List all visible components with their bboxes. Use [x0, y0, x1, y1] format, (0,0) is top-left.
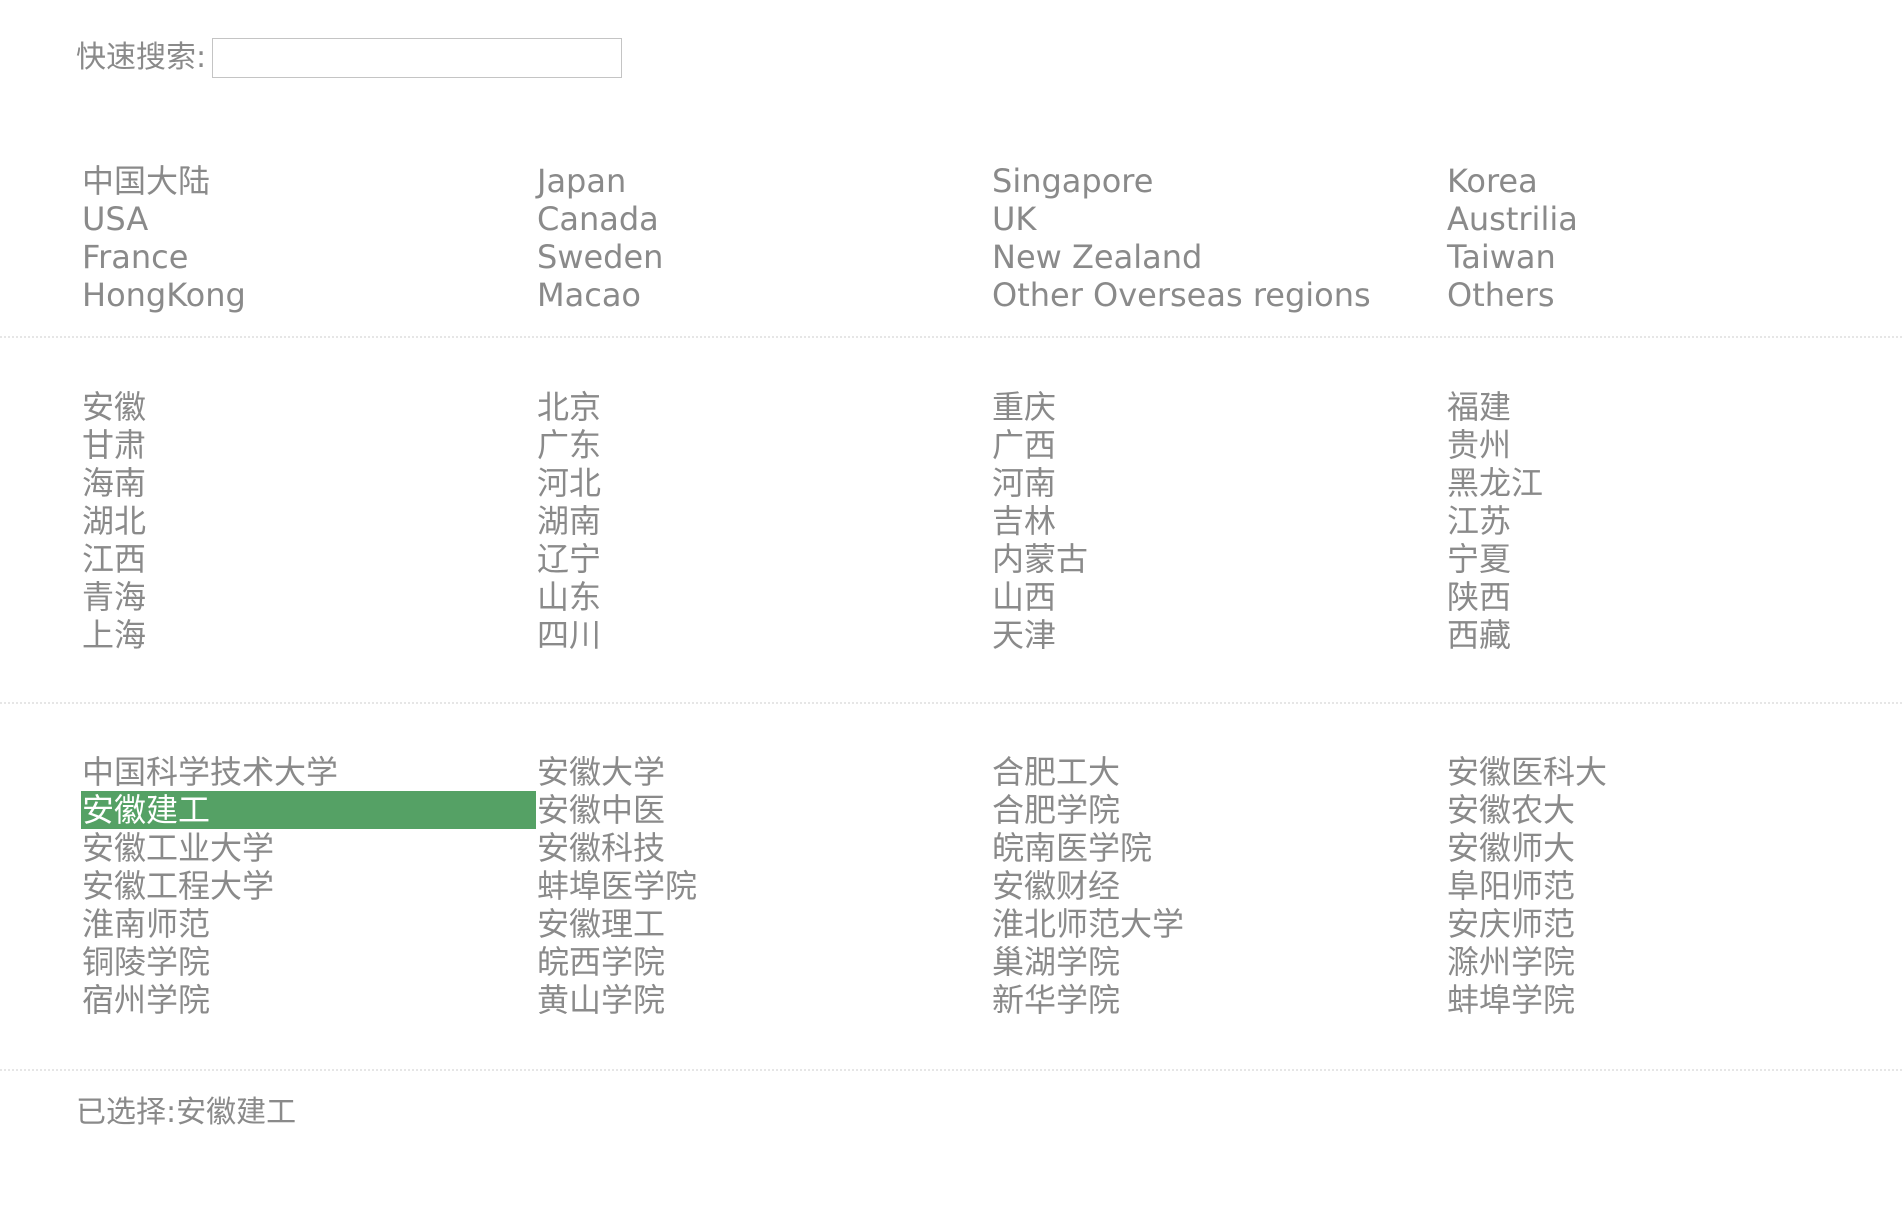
- region-option[interactable]: Taiwan: [1446, 238, 1901, 276]
- school-option[interactable]: 安徽科技: [536, 829, 991, 867]
- school-option[interactable]: 安徽工业大学: [81, 829, 536, 867]
- school-option[interactable]: 皖南医学院: [991, 829, 1446, 867]
- region-option[interactable]: France: [81, 238, 536, 276]
- province-option[interactable]: 河南: [991, 464, 1446, 502]
- province-option[interactable]: 贵州: [1446, 426, 1901, 464]
- region-option[interactable]: New Zealand: [991, 238, 1446, 276]
- school-option[interactable]: 安庆师范: [1446, 905, 1901, 943]
- school-option[interactable]: 合肥工大: [991, 753, 1446, 791]
- school-option[interactable]: 蚌埠医学院: [536, 867, 991, 905]
- province-option[interactable]: 湖北: [81, 502, 536, 540]
- school-grid: 中国科学技术大学 安徽大学 合肥工大 安徽医科大安徽建工 安徽中医 合肥学院 安徽农大安徽工…: [81, 753, 1901, 1019]
- search-label: 快速搜索:: [76, 40, 207, 75]
- province-option[interactable]: 吉林: [991, 502, 1446, 540]
- school-option[interactable]: 安徽农大: [1446, 791, 1901, 829]
- province-option[interactable]: 海南: [81, 464, 536, 502]
- province-option[interactable]: 甘肃: [81, 426, 536, 464]
- province-option[interactable]: 江西: [81, 540, 536, 578]
- school-option[interactable]: 蚌埠学院: [1446, 981, 1901, 1019]
- province-option[interactable]: 陕西: [1446, 578, 1901, 616]
- province-option[interactable]: 福建: [1446, 388, 1901, 426]
- quick-search: 快速搜索:: [76, 36, 623, 80]
- school-option[interactable]: 宿州学院: [81, 981, 536, 1019]
- province-grid: 安徽 北京 重庆 福建甘肃 广东 广西 贵州海南 河北 河南 黑龙江湖北 湖南 吉林 江苏江西 辽宁 内蒙古…: [81, 388, 1901, 654]
- search-input[interactable]: [212, 38, 623, 78]
- province-option[interactable]: 广西: [991, 426, 1446, 464]
- region-option[interactable]: HongKong: [81, 276, 536, 314]
- school-option[interactable]: 中国科学技术大学: [81, 753, 536, 791]
- region-option[interactable]: UK: [991, 200, 1446, 238]
- province-option[interactable]: 广东: [536, 426, 991, 464]
- school-option[interactable]: 淮北师范大学: [991, 905, 1446, 943]
- province-option[interactable]: 安徽: [81, 388, 536, 426]
- school-option[interactable]: 安徽财经: [991, 867, 1446, 905]
- region-option[interactable]: Other Overseas regions: [991, 276, 1446, 314]
- province-option[interactable]: 重庆: [991, 388, 1446, 426]
- school-option[interactable]: 皖西学院: [536, 943, 991, 981]
- region-option[interactable]: 中国大陆: [81, 162, 536, 200]
- school-option[interactable]: 安徽师大: [1446, 829, 1901, 867]
- province-option[interactable]: 青海: [81, 578, 536, 616]
- school-option[interactable]: 安徽大学: [536, 753, 991, 791]
- school-option[interactable]: 安徽中医: [536, 791, 991, 829]
- school-option[interactable]: 新华学院: [991, 981, 1446, 1019]
- province-option[interactable]: 北京: [536, 388, 991, 426]
- region-option[interactable]: USA: [81, 200, 536, 238]
- selected-label: 已选择:: [76, 1095, 177, 1130]
- region-grid: 中国大陆 Japan Singapore Korea USA Canada UK Austri…: [81, 162, 1901, 314]
- section-divider: [0, 702, 1902, 704]
- province-option[interactable]: 辽宁: [536, 540, 991, 578]
- province-option[interactable]: 湖南: [536, 502, 991, 540]
- section-divider: [0, 336, 1902, 338]
- province-option[interactable]: 黑龙江: [1446, 464, 1901, 502]
- school-option[interactable]: 滁州学院: [1446, 943, 1901, 981]
- province-option[interactable]: 宁夏: [1446, 540, 1901, 578]
- region-option[interactable]: Others: [1446, 276, 1901, 314]
- school-option[interactable]: 安徽理工: [536, 905, 991, 943]
- province-option[interactable]: 江苏: [1446, 502, 1901, 540]
- section-divider: [0, 1069, 1902, 1071]
- school-option[interactable]: 巢湖学院: [991, 943, 1446, 981]
- region-option[interactable]: Japan: [536, 162, 991, 200]
- region-option[interactable]: Canada: [536, 200, 991, 238]
- school-option[interactable]: 铜陵学院: [81, 943, 536, 981]
- region-option[interactable]: Sweden: [536, 238, 991, 276]
- school-option[interactable]: 安徽医科大: [1446, 753, 1901, 791]
- school-option[interactable]: 合肥学院: [991, 791, 1446, 829]
- province-option[interactable]: 河北: [536, 464, 991, 502]
- province-option[interactable]: 天津: [991, 616, 1446, 654]
- region-option[interactable]: Macao: [536, 276, 991, 314]
- region-option[interactable]: Korea: [1446, 162, 1901, 200]
- province-option[interactable]: 四川: [536, 616, 991, 654]
- school-option[interactable]: 安徽工程大学: [81, 867, 536, 905]
- province-option[interactable]: 山东: [536, 578, 991, 616]
- school-option[interactable]: 黄山学院: [536, 981, 991, 1019]
- school-option[interactable]: 安徽建工: [81, 791, 536, 829]
- region-option[interactable]: Singapore: [991, 162, 1446, 200]
- selected-display: 已选择:安徽建工: [76, 1091, 296, 1135]
- province-option[interactable]: 内蒙古: [991, 540, 1446, 578]
- school-option[interactable]: 阜阳师范: [1446, 867, 1901, 905]
- province-option[interactable]: 山西: [991, 578, 1446, 616]
- province-option[interactable]: 西藏: [1446, 616, 1901, 654]
- school-option[interactable]: 淮南师范: [81, 905, 536, 943]
- province-option[interactable]: 上海: [81, 616, 536, 654]
- selected-value: 安徽建工: [176, 1095, 297, 1130]
- region-option[interactable]: Austrilia: [1446, 200, 1901, 238]
